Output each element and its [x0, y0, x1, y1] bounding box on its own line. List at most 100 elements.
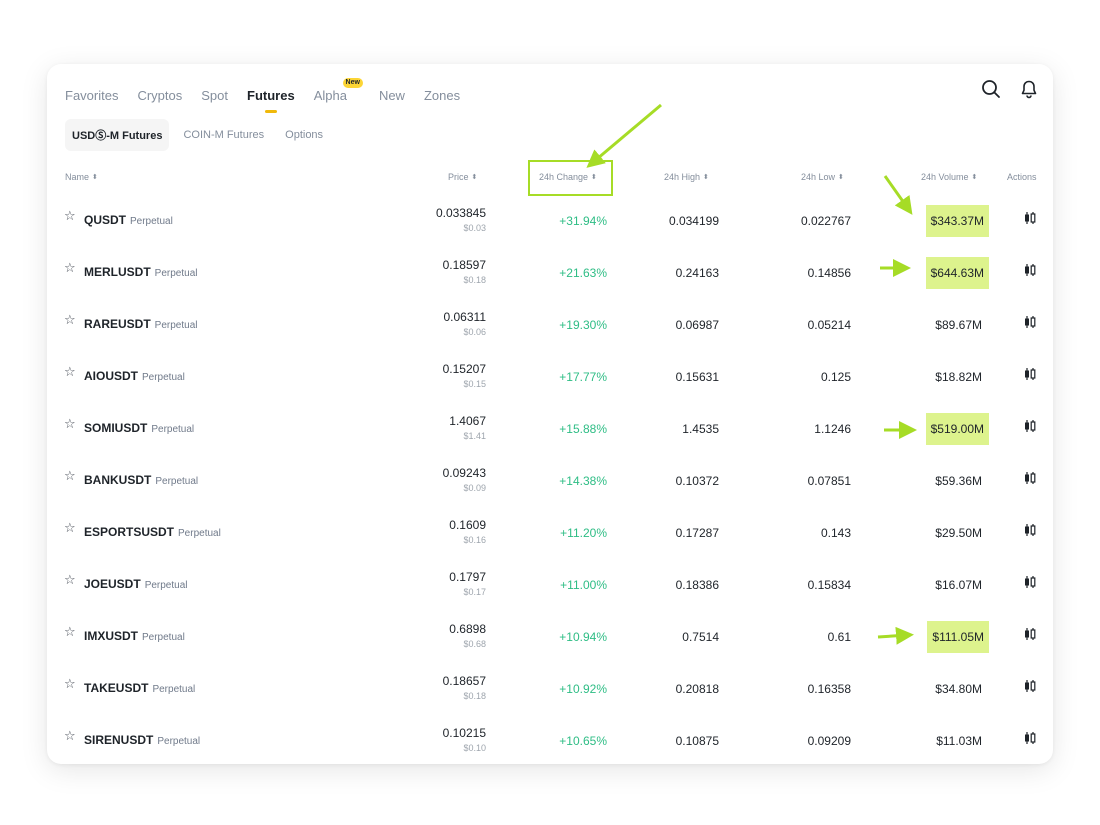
tab-spot[interactable]: Spot — [201, 88, 228, 103]
low-cell: 1.1246 — [814, 422, 851, 436]
table-row[interactable]: ☆ BANKUSDT Perpetual 0.09243 $0.09 +14.38% 0.1… — [47, 454, 1053, 506]
table-row[interactable]: ☆ SOMIUSDT Perpetual 1.4067 $1.41 +15.88% 1.45… — [47, 402, 1053, 454]
candlestick-chart-icon[interactable] — [1023, 419, 1037, 433]
symbol-cell[interactable]: QUSDT Perpetual — [84, 213, 173, 227]
table-row[interactable]: ☆ AIOUSDT Perpetual 0.15207 $0.15 +17.77% 0.15… — [47, 350, 1053, 402]
low-cell: 0.07851 — [807, 474, 851, 488]
search-icon[interactable] — [981, 79, 1001, 99]
table-row[interactable]: ☆ JOEUSDT Perpetual 0.1797 $0.17 +11.00% 0.183… — [47, 558, 1053, 610]
symbol-cell[interactable]: BANKUSDT Perpetual — [84, 473, 198, 487]
column-header-price[interactable]: Price ⬍ — [448, 172, 477, 182]
star-icon[interactable]: ☆ — [64, 208, 76, 224]
star-icon[interactable]: ☆ — [64, 572, 76, 588]
table-row[interactable]: ☆ SIRENUSDT Perpetual 0.10215 $0.10 +10.65% 0.… — [47, 714, 1053, 764]
star-icon[interactable]: ☆ — [64, 520, 76, 536]
subtab-coin-m-futures[interactable]: COIN-M Futures — [176, 121, 271, 149]
high-cell: 0.10372 — [675, 474, 719, 488]
symbol-cell[interactable]: ESPORTSUSDT Perpetual — [84, 525, 221, 539]
high-cell: 1.4535 — [682, 422, 719, 436]
symbol-name: TAKEUSDT — [84, 681, 149, 695]
price-usd: $0.18 — [463, 691, 486, 701]
price-usd: $0.68 — [463, 639, 486, 649]
volume-cell: $644.63M — [925, 257, 989, 289]
star-icon[interactable]: ☆ — [64, 624, 76, 640]
price-value: 0.033845 — [435, 206, 486, 220]
candlestick-chart-icon[interactable] — [1023, 211, 1037, 225]
symbol-cell[interactable]: AIOUSDT Perpetual — [84, 369, 185, 383]
symbol-name: QUSDT — [84, 213, 126, 227]
candlestick-chart-icon[interactable] — [1023, 679, 1037, 693]
price-value: 0.15207 — [442, 362, 486, 376]
contract-type: Perpetual — [151, 424, 195, 435]
star-icon[interactable]: ☆ — [64, 728, 76, 744]
contract-type: Perpetual — [155, 476, 199, 487]
star-icon[interactable]: ☆ — [64, 416, 76, 432]
price-usd: $0.06 — [463, 327, 486, 337]
price-value: 1.4067 — [449, 414, 486, 428]
column-header-volume-label: 24h Volume — [921, 172, 969, 182]
tab-alpha[interactable]: Alpha New — [313, 77, 363, 103]
table-row[interactable]: ☆ MERLUSDT Perpetual 0.18597 $0.18 +21.63% 0.2… — [47, 246, 1053, 298]
sort-icon: ⬍ — [471, 174, 478, 181]
candlestick-chart-icon[interactable] — [1023, 523, 1037, 537]
change-cell: +10.92% — [559, 682, 607, 696]
contract-type: Perpetual — [130, 216, 173, 227]
symbol-cell[interactable]: SOMIUSDT Perpetual — [84, 421, 194, 435]
star-icon[interactable]: ☆ — [64, 468, 76, 484]
column-header-low[interactable]: 24h Low ⬍ — [801, 172, 844, 182]
price-cell: 0.10215 $0.10 — [443, 726, 486, 753]
column-header-actions: Actions — [1007, 172, 1037, 182]
table-row[interactable]: ☆ RAREUSDT Perpetual 0.06311 $0.06 +19.30% 0.0… — [47, 298, 1053, 350]
contract-type: Perpetual — [142, 632, 185, 643]
price-cell: 1.4067 $1.41 — [449, 414, 486, 441]
tab-cryptos[interactable]: Cryptos — [137, 88, 182, 103]
symbol-cell[interactable]: MERLUSDT Perpetual — [84, 265, 197, 279]
symbol-cell[interactable]: TAKEUSDT Perpetual — [84, 681, 195, 695]
price-cell: 0.18597 $0.18 — [443, 258, 486, 285]
candlestick-chart-icon[interactable] — [1023, 315, 1037, 329]
candlestick-chart-icon[interactable] — [1023, 627, 1037, 641]
candlestick-chart-icon[interactable] — [1023, 471, 1037, 485]
tab-futures[interactable]: Futures — [247, 88, 295, 113]
column-header-name[interactable]: Name ⬍ — [65, 172, 98, 182]
futures-type-tabs: USDⓈ-M Futures COIN-M Futures Options — [65, 119, 337, 151]
star-icon[interactable]: ☆ — [64, 364, 76, 380]
star-icon[interactable]: ☆ — [64, 676, 76, 692]
candlestick-chart-icon[interactable] — [1023, 263, 1037, 277]
change-cell: +15.88% — [559, 422, 607, 436]
column-header-volume[interactable]: 24h Volume ⬍ — [921, 172, 977, 182]
subtab-options[interactable]: Options — [278, 121, 330, 149]
volume-cell: $89.67M — [935, 318, 982, 332]
market-table-body: ☆ QUSDT Perpetual 0.033845 $0.03 +31.94% 0.034… — [47, 194, 1053, 764]
star-icon[interactable]: ☆ — [64, 312, 76, 328]
symbol-name: SIRENUSDT — [84, 733, 154, 747]
bell-icon[interactable] — [1019, 79, 1039, 99]
price-value: 0.10215 — [442, 726, 486, 740]
table-row[interactable]: ☆ QUSDT Perpetual 0.033845 $0.03 +31.94% 0.034… — [47, 194, 1053, 246]
symbol-cell[interactable]: SIRENUSDT Perpetual — [84, 733, 200, 747]
symbol-name: JOEUSDT — [84, 577, 141, 591]
tab-new[interactable]: New — [379, 88, 405, 103]
symbol-cell[interactable]: JOEUSDT Perpetual — [84, 577, 188, 591]
candlestick-chart-icon[interactable] — [1023, 367, 1037, 381]
symbol-cell[interactable]: RAREUSDT Perpetual — [84, 317, 197, 331]
tab-alpha-label: Alpha — [313, 87, 347, 103]
symbol-cell[interactable]: IMXUSDT Perpetual — [84, 629, 185, 643]
subtab-usds-m-futures[interactable]: USDⓈ-M Futures — [65, 119, 170, 151]
tab-favorites[interactable]: Favorites — [65, 88, 118, 103]
price-usd: $1.41 — [463, 431, 486, 441]
table-row[interactable]: ☆ ESPORTSUSDT Perpetual 0.1609 $0.16 +11.20% 0… — [47, 506, 1053, 558]
candlestick-chart-icon[interactable] — [1023, 731, 1037, 745]
price-value: 0.06311 — [443, 310, 487, 324]
contract-type: Perpetual — [178, 528, 221, 539]
volume-cell: $11.03M — [936, 734, 982, 748]
high-cell: 0.20818 — [675, 682, 719, 696]
candlestick-chart-icon[interactable] — [1023, 575, 1037, 589]
star-icon[interactable]: ☆ — [64, 260, 76, 276]
column-header-high[interactable]: 24h High ⬍ — [664, 172, 709, 182]
tab-zones[interactable]: Zones — [424, 88, 460, 103]
table-row[interactable]: ☆ TAKEUSDT Perpetual 0.18657 $0.18 +10.92% 0.2… — [47, 662, 1053, 714]
high-cell: 0.18386 — [675, 578, 719, 592]
table-row[interactable]: ☆ IMXUSDT Perpetual 0.6898 $0.68 +10.94% 0.751… — [47, 610, 1053, 662]
volume-cell: $29.50M — [935, 526, 982, 540]
